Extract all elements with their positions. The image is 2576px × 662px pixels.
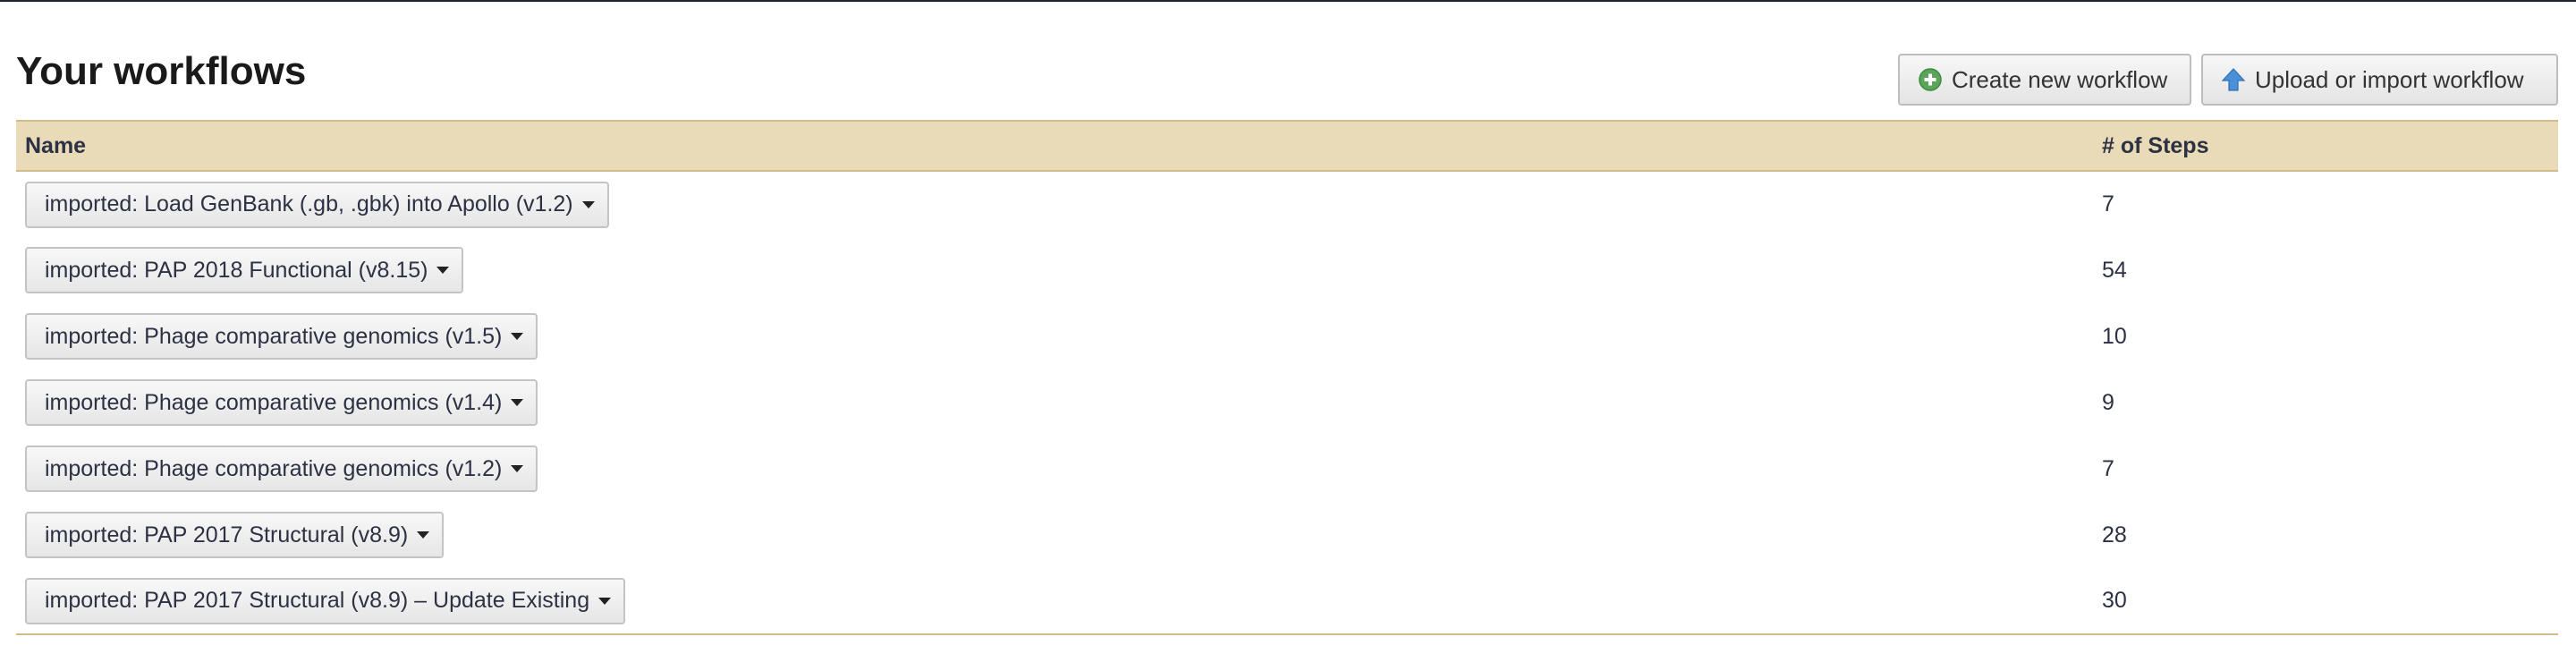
workflow-name: imported: PAP 2017 Structural (v8.9) – U… — [45, 588, 590, 613]
workflow-menu-button[interactable]: imported: PAP 2017 Structural (v8.9) – U… — [25, 577, 626, 624]
workflow-name-cell: imported: Load GenBank (.gb, .gbk) into … — [16, 171, 2093, 237]
steps-cell: 10 — [2093, 303, 2558, 369]
workflow-menu-button[interactable]: imported: Load GenBank (.gb, .gbk) into … — [25, 181, 609, 228]
create-new-workflow-label: Create new workflow — [1952, 65, 2168, 93]
steps-count: 30 — [2102, 588, 2127, 613]
workflow-name: imported: Phage comparative genomics (v1… — [45, 323, 503, 349]
page-title: Your workflows — [16, 49, 307, 93]
caret-down-icon — [581, 200, 595, 208]
steps-cell: 30 — [2093, 568, 2558, 635]
steps-count: 7 — [2102, 191, 2114, 216]
upload-import-workflow-label: Upload or import workflow — [2255, 65, 2524, 93]
caret-down-icon — [436, 267, 450, 274]
table-row: imported: Phage comparative genomics (v1… — [16, 369, 2558, 436]
upload-arrow-icon — [2221, 67, 2246, 92]
workflow-name: imported: PAP 2017 Structural (v8.9) — [45, 522, 409, 547]
upload-import-workflow-button[interactable]: Upload or import workflow — [2201, 54, 2558, 106]
table-row: imported: PAP 2017 Structural (v8.9) 28 — [16, 502, 2558, 568]
table-row: imported: PAP 2018 Functional (v8.15) 54 — [16, 237, 2558, 303]
column-header-steps[interactable]: # of Steps — [2093, 120, 2558, 172]
steps-count: 10 — [2102, 323, 2127, 349]
table-row: imported: Load GenBank (.gb, .gbk) into … — [16, 171, 2558, 237]
table-row: imported: Phage comparative genomics (v1… — [16, 436, 2558, 502]
workflow-name: imported: Load GenBank (.gb, .gbk) into … — [45, 191, 573, 216]
workflows-table-container: Name # of Steps imported: Load GenBank (… — [16, 120, 2558, 635]
workflow-name: imported: PAP 2018 Functional (v8.15) — [45, 257, 428, 283]
caret-down-icon — [598, 597, 612, 605]
steps-count: 7 — [2102, 455, 2114, 481]
table-row: imported: Phage comparative genomics (v1… — [16, 303, 2558, 369]
workflow-name-cell: imported: PAP 2017 Structural (v8.9) — [16, 502, 2093, 568]
steps-cell: 7 — [2093, 436, 2558, 502]
steps-cell: 28 — [2093, 502, 2558, 568]
workflows-table: Name # of Steps imported: Load GenBank (… — [16, 120, 2558, 635]
steps-count: 54 — [2102, 257, 2127, 283]
caret-down-icon — [417, 531, 430, 539]
steps-cell: 54 — [2093, 237, 2558, 303]
workflow-name-cell: imported: Phage comparative genomics (v1… — [16, 436, 2093, 502]
steps-count: 28 — [2102, 522, 2127, 547]
caret-down-icon — [511, 399, 524, 406]
workflow-menu-button[interactable]: imported: PAP 2018 Functional (v8.15) — [25, 247, 464, 293]
workflow-name-cell: imported: Phage comparative genomics (v1… — [16, 303, 2093, 369]
caret-down-icon — [511, 465, 524, 472]
workflow-menu-button[interactable]: imported: Phage comparative genomics (v1… — [25, 313, 538, 360]
workflow-name-cell: imported: Phage comparative genomics (v1… — [16, 369, 2093, 436]
plus-circle-icon — [1918, 67, 1943, 92]
workflow-name-cell: imported: PAP 2018 Functional (v8.15) — [16, 237, 2093, 303]
workflow-menu-button[interactable]: imported: Phage comparative genomics (v1… — [25, 446, 538, 492]
steps-cell: 7 — [2093, 171, 2558, 237]
workflow-name: imported: Phage comparative genomics (v1… — [45, 389, 503, 415]
workflow-menu-button[interactable]: imported: Phage comparative genomics (v1… — [25, 379, 538, 426]
workflow-menu-button[interactable]: imported: PAP 2017 Structural (v8.9) — [25, 512, 445, 558]
column-header-name[interactable]: Name — [16, 120, 2093, 172]
create-new-workflow-button[interactable]: Create new workflow — [1898, 54, 2191, 106]
table-row: imported: PAP 2017 Structural (v8.9) – U… — [16, 568, 2558, 635]
steps-cell: 9 — [2093, 369, 2558, 436]
workflow-name: imported: Phage comparative genomics (v1… — [45, 455, 503, 481]
caret-down-icon — [511, 333, 524, 340]
table-header-row: Name # of Steps — [16, 120, 2558, 172]
workflow-name-cell: imported: PAP 2017 Structural (v8.9) – U… — [16, 568, 2093, 635]
steps-count: 9 — [2102, 389, 2114, 415]
